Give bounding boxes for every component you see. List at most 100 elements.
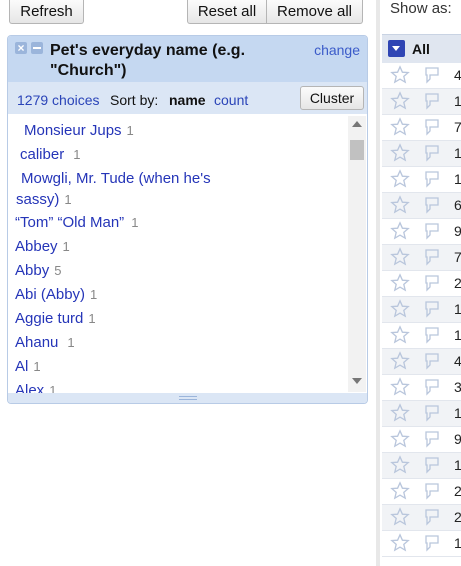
flag-icon[interactable]	[422, 403, 442, 423]
sort-by-label: Sort by:	[110, 92, 159, 108]
flag-icon[interactable]	[422, 481, 442, 501]
scroll-up-icon[interactable]	[352, 121, 362, 127]
choice-name[interactable]: Aggie turd	[15, 310, 83, 327]
choice-name[interactable]: “Tom” “Old Man”	[15, 214, 124, 231]
facet-choice[interactable]: caliber 1	[20, 144, 80, 165]
star-icon[interactable]	[390, 91, 410, 111]
facet-choice[interactable]: Alex 1	[15, 380, 56, 394]
table-row: 6	[382, 193, 461, 219]
row-number: 1	[454, 301, 461, 317]
choice-count: 1	[73, 147, 81, 162]
choice-count: 1	[67, 335, 75, 350]
table-row: 3	[382, 375, 461, 401]
star-icon[interactable]	[390, 455, 410, 475]
star-icon[interactable]	[390, 325, 410, 345]
table-row: 2	[382, 271, 461, 297]
facet-choice[interactable]: Monsieur Jups 1	[24, 120, 134, 141]
star-icon[interactable]	[390, 273, 410, 293]
all-dropdown-icon[interactable]	[388, 40, 405, 57]
star-icon[interactable]	[390, 169, 410, 189]
choice-name-continued[interactable]: sassy)	[16, 191, 59, 208]
flag-icon[interactable]	[422, 429, 442, 449]
flag-icon[interactable]	[422, 325, 442, 345]
facet-choice[interactable]: Mowgli, Mr. Tude (when he's sassy) 1	[16, 168, 270, 208]
flag-icon[interactable]	[422, 507, 442, 527]
facet-choice[interactable]: Abi (Abby) 1	[15, 284, 97, 305]
star-icon[interactable]	[390, 403, 410, 423]
row-number: 6	[454, 197, 461, 213]
choice-count: 5	[54, 263, 62, 278]
panel-splitter[interactable]	[376, 0, 380, 566]
facet-choice[interactable]: Al 1	[15, 356, 41, 377]
star-icon[interactable]	[390, 481, 410, 501]
star-icon[interactable]	[390, 247, 410, 267]
flag-icon[interactable]	[422, 195, 442, 215]
choice-count-link[interactable]: 1279 choices	[17, 92, 100, 108]
facet-choice[interactable]: Abby 5	[15, 260, 61, 281]
flag-icon[interactable]	[422, 351, 442, 371]
sort-by-name-option[interactable]: name	[169, 92, 206, 108]
facet-title: Pet's everyday name (e.g. "Church")	[50, 42, 246, 79]
choice-name[interactable]: Ahanu	[15, 334, 58, 351]
flag-icon[interactable]	[422, 117, 442, 137]
flag-icon[interactable]	[422, 455, 442, 475]
table-row: 4	[382, 63, 461, 89]
star-icon[interactable]	[390, 507, 410, 527]
star-icon[interactable]	[390, 143, 410, 163]
star-icon[interactable]	[390, 299, 410, 319]
table-row: 2	[382, 505, 461, 531]
scroll-down-icon[interactable]	[352, 378, 362, 384]
choice-name[interactable]: Al	[15, 358, 28, 375]
choice-name[interactable]: Abi (Abby)	[15, 286, 85, 303]
flag-icon[interactable]	[422, 221, 442, 241]
row-number: 1	[454, 171, 461, 187]
cluster-button[interactable]: Cluster	[300, 86, 364, 110]
flag-icon[interactable]	[422, 533, 442, 553]
star-icon[interactable]	[390, 377, 410, 397]
minimize-icon[interactable]	[31, 42, 43, 54]
row-number: 7	[454, 249, 461, 265]
choice-count: 1	[64, 192, 72, 207]
table-row: 1	[382, 453, 461, 479]
choice-name[interactable]: Abbey	[15, 238, 58, 255]
facet-resize-handle[interactable]	[8, 393, 367, 403]
facet-choice[interactable]: “Tom” “Old Man” 1	[15, 212, 138, 233]
star-icon[interactable]	[390, 351, 410, 371]
flag-icon[interactable]	[422, 299, 442, 319]
table-row: 9	[382, 219, 461, 245]
close-icon[interactable]: ×	[15, 42, 27, 54]
row-number: 1	[454, 457, 461, 473]
table-row: 7	[382, 245, 461, 271]
choice-list-scrollbar[interactable]	[348, 116, 366, 392]
table-row: 1	[382, 297, 461, 323]
choice-name[interactable]: Monsieur Jups	[24, 122, 122, 139]
flag-icon[interactable]	[422, 143, 442, 163]
star-icon[interactable]	[390, 117, 410, 137]
reset-all-button[interactable]: Reset all	[187, 0, 267, 24]
flag-icon[interactable]	[422, 377, 442, 397]
star-icon[interactable]	[390, 221, 410, 241]
star-icon[interactable]	[390, 429, 410, 449]
row-number: 7	[454, 119, 461, 135]
star-icon[interactable]	[390, 533, 410, 553]
row-number: 2	[454, 509, 461, 525]
choice-name[interactable]: Abby	[15, 262, 49, 279]
choice-name[interactable]: caliber	[20, 146, 64, 163]
flag-icon[interactable]	[422, 247, 442, 267]
star-icon[interactable]	[390, 195, 410, 215]
flag-icon[interactable]	[422, 91, 442, 111]
flag-icon[interactable]	[422, 65, 442, 85]
flag-icon[interactable]	[422, 273, 442, 293]
facet-choice[interactable]: Abbey 1	[15, 236, 70, 257]
flag-icon[interactable]	[422, 169, 442, 189]
star-icon[interactable]	[390, 65, 410, 85]
facet-choice[interactable]: Aggie turd 1	[15, 308, 96, 329]
facet-choice[interactable]: Ahanu 1	[15, 332, 75, 353]
refresh-button[interactable]: Refresh	[9, 0, 84, 24]
remove-all-button[interactable]: Remove all	[267, 0, 363, 24]
scroll-thumb[interactable]	[350, 140, 364, 160]
sort-by-count-option[interactable]: count	[214, 92, 248, 108]
choice-name[interactable]: Mowgli, Mr. Tude (when he's	[20, 168, 270, 189]
row-number: 2	[454, 483, 461, 499]
change-link[interactable]: change	[314, 42, 360, 58]
